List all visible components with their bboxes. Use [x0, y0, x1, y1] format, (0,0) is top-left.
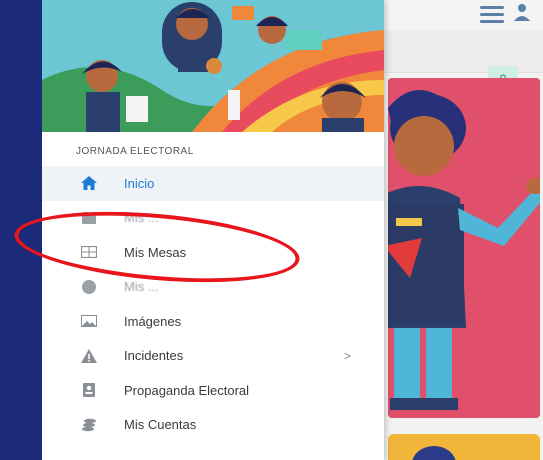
menu-item-propaganda-electoral[interactable]: Propaganda Electoral [42, 373, 384, 408]
menu-item-label: Mis ... [124, 279, 159, 295]
menu-item-imagenes[interactable]: Imágenes [42, 304, 384, 339]
hero-illustration-card [388, 78, 540, 418]
menu-item-mis-cuentas[interactable]: Mis Cuentas [42, 408, 384, 443]
warning-icon [80, 347, 98, 365]
user-icon [80, 278, 98, 296]
coins-icon [80, 416, 98, 434]
badge-icon [80, 381, 98, 399]
character-illustration [388, 78, 540, 418]
menu-item-incidentes[interactable]: Incidentes > [42, 339, 384, 374]
menu-item-label: Propaganda Electoral [124, 382, 250, 398]
menu-item-label: Imágenes [124, 313, 182, 329]
drawer-menu: Inicio Mis ... Mis Mesas Mis ... Imágene… [42, 166, 384, 442]
menu-item-label: Incidentes [124, 348, 184, 364]
section-title: JORNADA ELECTORAL [76, 146, 194, 157]
user-icon[interactable] [512, 2, 532, 22]
bottom-card [388, 434, 540, 460]
drawer-header-illustration [42, 0, 384, 132]
image-icon [80, 312, 98, 330]
menu-item-label: Inicio [124, 175, 155, 191]
menu-item-inicio[interactable]: Inicio [42, 166, 384, 201]
menu-item-label: Mis Cuentas [124, 417, 197, 433]
chevron-right-icon: > [344, 348, 352, 363]
home-icon [80, 174, 98, 192]
hamburger-menu-icon[interactable] [480, 6, 504, 23]
